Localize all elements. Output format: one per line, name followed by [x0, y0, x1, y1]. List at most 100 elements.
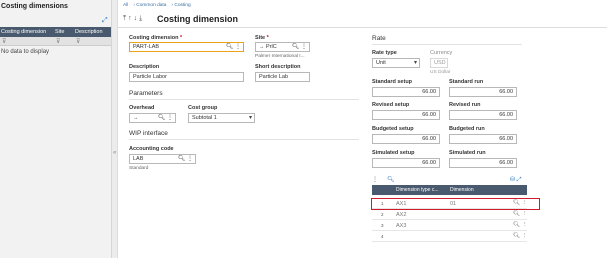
filter-icon[interactable]: ⊽ [56, 38, 60, 45]
standard-setup-label: Standard setup [372, 79, 413, 85]
lookup-icon[interactable]: 🔍︎ ⋮ [158, 114, 173, 122]
left-panel-title: Costing dimensions [1, 3, 68, 10]
section-divider [372, 44, 522, 45]
short-description-label: Short description [255, 64, 301, 70]
annotation-highlight-box [371, 198, 540, 210]
last-record-icon[interactable]: ⤓ [139, 15, 144, 22]
empty-message: No data to display [1, 49, 50, 55]
simulated-setup-label: Simulated setup [372, 150, 415, 156]
rate-type-select[interactable]: Unit ▾ [372, 58, 420, 68]
standard-setup-field[interactable]: 66.00 [372, 87, 440, 97]
revised-setup-label: Revised setup [372, 102, 410, 108]
accounting-code-description: Standard [129, 166, 149, 171]
breadcrumb-costing[interactable]: Costing [174, 3, 190, 8]
parameters-section-title: Parameters [129, 90, 163, 97]
rate-type-label: Rate type [372, 50, 397, 56]
accounting-code-value: LAB [133, 156, 144, 162]
rate-type-value: Unit [376, 60, 386, 66]
column-header-dimension-type[interactable]: Dimension type c... [396, 187, 439, 193]
lookup-icon[interactable]: 🔍︎ ⋮ [178, 155, 193, 163]
row-menu-icon[interactable]: ⋮ [522, 222, 528, 228]
lookup-icon[interactable]: 🔍︎ ⋮ [226, 43, 241, 51]
column-header-site[interactable]: Site [55, 29, 64, 35]
accounting-code-field[interactable]: LAB 🔍︎ ⋮ [129, 154, 196, 164]
standard-run-field[interactable]: 66.00 [449, 87, 517, 97]
description-field[interactable]: Particle Labor [129, 72, 244, 82]
table-row[interactable]: 3 AX3 🔍︎ ⋮ [372, 221, 528, 231]
search-icon[interactable]: 🔍︎ [387, 176, 395, 183]
expand-icon[interactable]: ⤢ [102, 17, 108, 25]
database-icon[interactable]: ⛁ [510, 177, 515, 183]
grid-header: Dimension type c... Dimension [372, 185, 527, 195]
cost-group-label: Cost group [188, 105, 218, 111]
search-icon[interactable]: 🔍︎ [513, 211, 520, 217]
row-number: 2 [381, 212, 384, 217]
header-divider [118, 27, 607, 28]
costing-dimension-label: Costing dimension * [129, 35, 183, 41]
currency-description: US Dollar [430, 70, 451, 75]
simulated-run-label: Simulated run [449, 150, 486, 156]
overhead-field[interactable]: → 🔍︎ ⋮ [129, 113, 176, 123]
left-table-header: Costing dimension Site Description [0, 27, 111, 37]
costing-dimension-value: PART-LAB [133, 44, 160, 50]
filter-icon[interactable]: ⊽ [76, 38, 80, 45]
standard-run-label: Standard run [449, 79, 484, 85]
grid-toolbar: ⛁ ⤢ [510, 176, 522, 184]
lookup-icon[interactable]: 🔍︎ ⋮ [292, 43, 307, 51]
cost-group-value: Subtotal 1 [192, 115, 217, 121]
budgeted-setup-label: Budgeted setup [372, 126, 414, 132]
site-label: Site * [255, 35, 269, 41]
collapse-arrow-icon[interactable]: « [113, 150, 116, 156]
revised-run-label: Revised run [449, 102, 481, 108]
cost-group-select[interactable]: Subtotal 1 ▾ [188, 113, 255, 123]
column-header-description[interactable]: Description [75, 29, 103, 35]
row-menu-icon[interactable]: ⋮ [522, 233, 528, 239]
accounting-code-label: Accounting code [129, 146, 174, 152]
column-header-costing-dimension[interactable]: Costing dimension [1, 29, 46, 35]
simulated-setup-field[interactable]: 66.00 [372, 158, 440, 168]
row-number: 4 [381, 234, 384, 239]
budgeted-run-field[interactable]: 66.00 [449, 134, 517, 144]
chevron-down-icon: ▾ [413, 60, 417, 66]
section-divider [129, 99, 359, 100]
arrow-icon: → [259, 44, 265, 50]
site-field[interactable]: → PrlC 🔍︎ ⋮ [255, 42, 310, 52]
chevron-down-icon: ▾ [248, 115, 252, 121]
search-icon[interactable]: 🔍︎ [513, 233, 520, 239]
currency-field: USD [430, 58, 448, 68]
dimension-type-cell[interactable]: AX2 [396, 212, 406, 218]
revised-setup-field[interactable]: 66.00 [372, 110, 440, 120]
budgeted-setup-field[interactable]: 66.00 [372, 134, 440, 144]
left-filter-row: ⊽ ⊽ ⊽ [0, 37, 111, 46]
breadcrumb-all[interactable]: All [123, 3, 128, 8]
revised-run-field[interactable]: 66.00 [449, 110, 517, 120]
overhead-label: Overhead [129, 105, 155, 111]
filter-icon[interactable]: ⊽ [2, 38, 6, 45]
breadcrumb: All › Common data › Costing [123, 3, 191, 8]
row-number: 3 [381, 223, 384, 228]
short-description-field[interactable]: Particle Lab [255, 72, 310, 82]
budgeted-run-label: Budgeted run [449, 126, 485, 132]
record-nav: ⤒↑↓⤓ [123, 15, 144, 23]
panel-collapse-handle[interactable] [112, 0, 118, 258]
simulated-run-field[interactable]: 66.00 [449, 158, 517, 168]
site-description: Palmer International I... [255, 54, 305, 59]
currency-label: Currency [430, 50, 453, 56]
table-row[interactable]: 2 AX2 🔍︎ ⋮ [372, 210, 528, 220]
rate-section-title: Rate [372, 35, 386, 42]
arrow-icon: → [133, 115, 139, 121]
grid-menu-icon[interactable]: ⋮ [372, 176, 378, 183]
table-row[interactable]: 4 🔍︎ ⋮ [372, 232, 528, 242]
breadcrumb-common-data[interactable]: Common data [136, 3, 166, 8]
costing-dimension-field[interactable]: PART-LAB 🔍︎ ⋮ [129, 42, 244, 52]
fullscreen-icon[interactable]: ⤢ [517, 177, 522, 183]
search-icon[interactable]: 🔍︎ [513, 222, 520, 228]
row-menu-icon[interactable]: ⋮ [522, 211, 528, 217]
section-divider [129, 139, 359, 140]
dimension-type-cell[interactable]: AX3 [396, 223, 406, 229]
site-value: PrlC [266, 44, 277, 50]
column-header-dimension[interactable]: Dimension [450, 187, 474, 193]
wip-section-title: WIP interface [129, 130, 168, 137]
description-label: Description [129, 64, 160, 70]
page-title: Costing dimension [157, 14, 238, 24]
